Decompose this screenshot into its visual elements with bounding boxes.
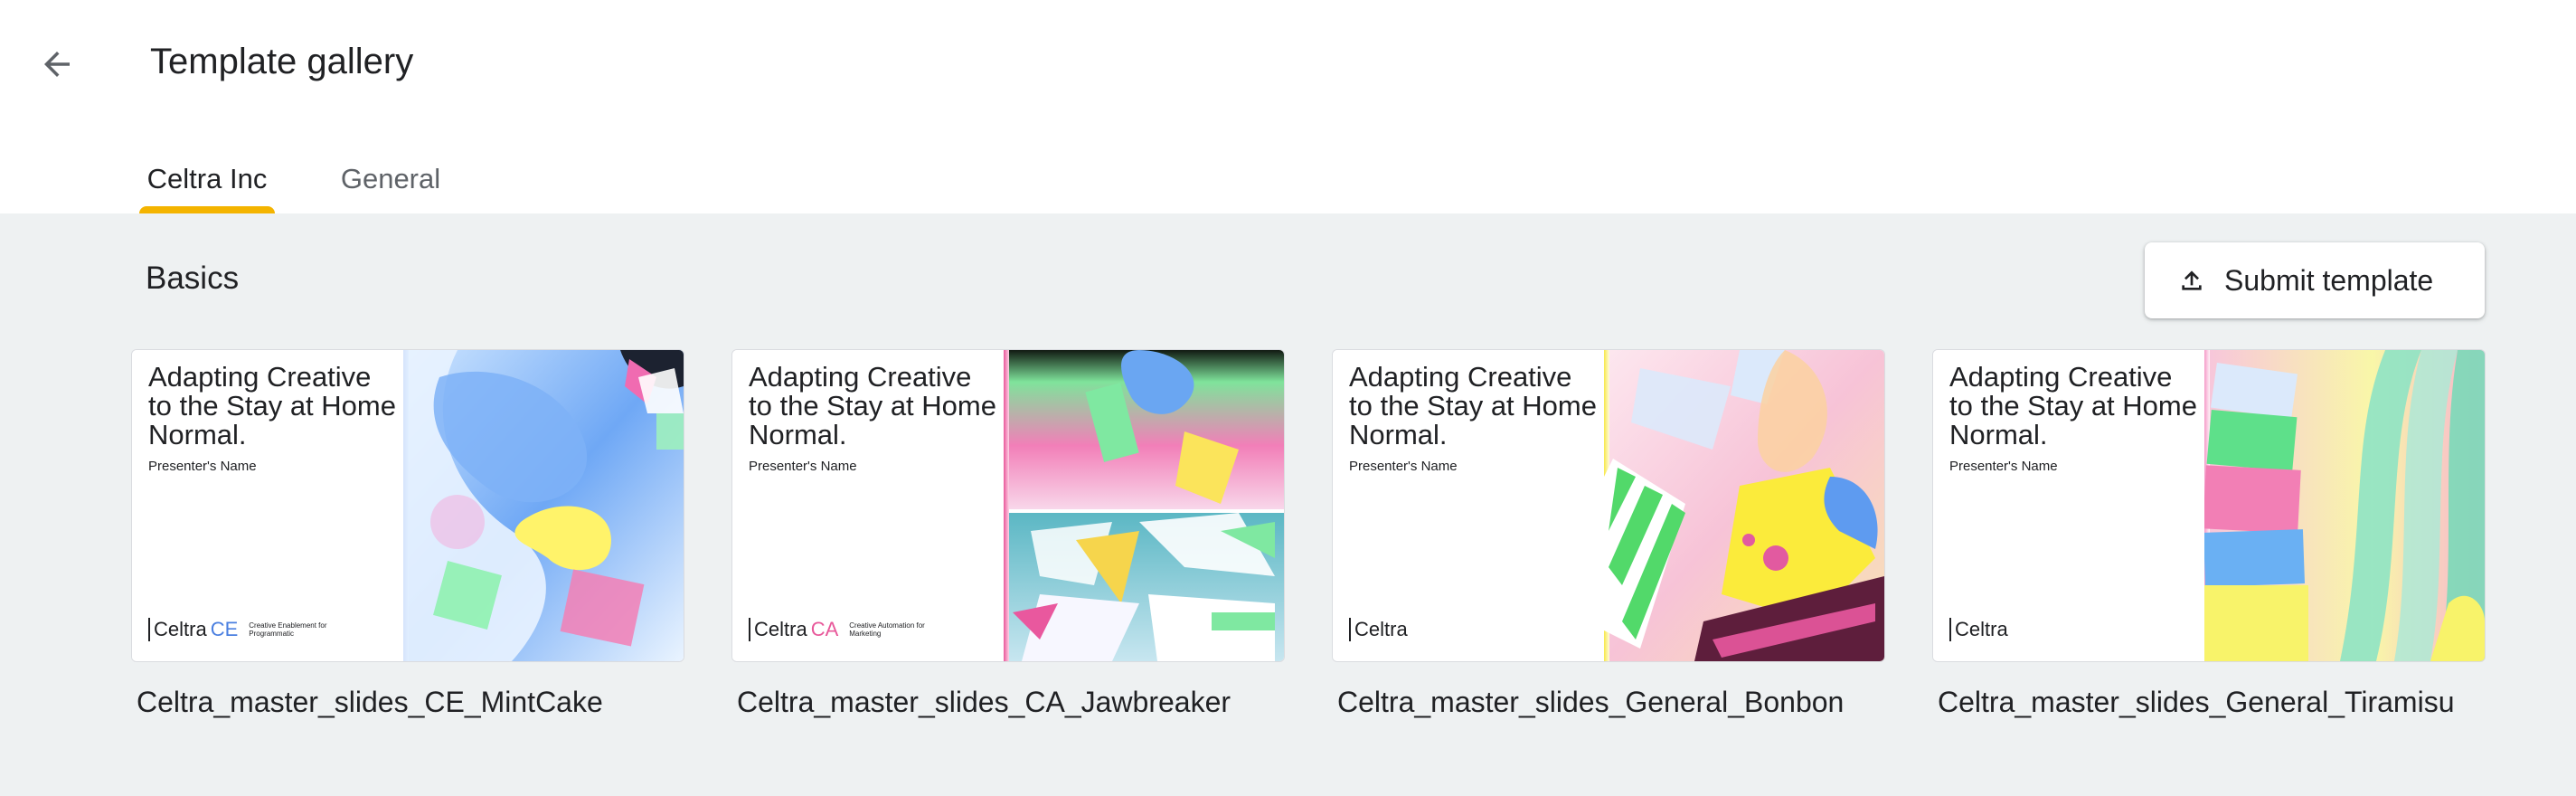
thumbnail-headline: Adapting Creative to the Stay at Home No… xyxy=(749,361,996,450)
template-thumbnail: Adapting Creative to the Stay at Home No… xyxy=(1932,349,2486,662)
template-name: Celtra_master_slides_CA_Jawbreaker xyxy=(737,686,1231,718)
tab-label: Celtra Inc xyxy=(146,163,268,194)
logo-word: Celtra xyxy=(154,618,207,640)
thumbnail-artwork xyxy=(1004,350,1284,661)
logo-suffix: CE xyxy=(210,618,239,640)
tab-celtra-inc[interactable]: Celtra Inc xyxy=(127,145,288,213)
back-button[interactable] xyxy=(27,34,87,94)
submit-template-label: Submit template xyxy=(2224,264,2434,297)
tab-label: General xyxy=(340,163,441,194)
template-name: Celtra_master_slides_CE_MintCake xyxy=(137,686,603,718)
thumbnail-presenter: Presenter's Name xyxy=(1949,459,2058,474)
logo-word: Celtra xyxy=(1955,618,2008,640)
logo-tagline: Creative Automation for Marketing xyxy=(849,621,925,638)
thumbnail-presenter: Presenter's Name xyxy=(749,459,857,474)
active-tab-indicator xyxy=(139,206,275,213)
logo-word: Celtra xyxy=(1354,618,1408,640)
thumbnail-headline: Adapting Creative to the Stay at Home No… xyxy=(148,361,396,450)
template-name: Celtra_master_slides_General_Bonbon xyxy=(1337,686,1845,718)
arrow-back-icon xyxy=(44,52,70,77)
logo-suffix: CA xyxy=(810,618,839,640)
template-thumbnail: Adapting Creative to the Stay at Home No… xyxy=(731,349,1285,662)
template-thumbnail: Adapting Creative to the Stay at Home No… xyxy=(131,349,684,662)
logo-word: Celtra xyxy=(754,618,807,640)
celtra-logo: Celtra CE Creative Enablement for Progra… xyxy=(148,618,330,641)
logo-tagline: Creative Enablement for Programmatic xyxy=(249,621,327,638)
template-list: Basics Submit template Adapting Creative… xyxy=(0,213,2576,796)
thumbnail-presenter: Presenter's Name xyxy=(148,459,257,474)
header: Template gallery Celtra Inc General xyxy=(0,0,2576,213)
section-title: Basics xyxy=(146,261,240,296)
submit-template-button[interactable]: Submit template xyxy=(2145,242,2485,318)
celtra-logo: Celtra xyxy=(1949,618,2008,641)
thumbnail-artwork xyxy=(1604,350,1884,661)
template-name: Celtra_master_slides_General_Tiramisu xyxy=(1938,686,2455,718)
thumbnail-presenter: Presenter's Name xyxy=(1349,459,1458,474)
page-title: Template gallery xyxy=(150,42,414,81)
upload-icon xyxy=(2182,270,2202,290)
template-thumbnail: Adapting Creative to the Stay at Home No… xyxy=(1332,349,1885,662)
celtra-logo: Celtra CA Creative Automation for Market… xyxy=(749,618,930,641)
thumbnail-artwork xyxy=(403,350,684,661)
thumbnail-artwork xyxy=(2204,350,2485,661)
thumbnail-headline: Adapting Creative to the Stay at Home No… xyxy=(1949,361,2197,450)
thumbnail-headline: Adapting Creative to the Stay at Home No… xyxy=(1349,361,1597,450)
tab-general[interactable]: General xyxy=(327,145,454,213)
celtra-logo: Celtra xyxy=(1349,618,1408,641)
